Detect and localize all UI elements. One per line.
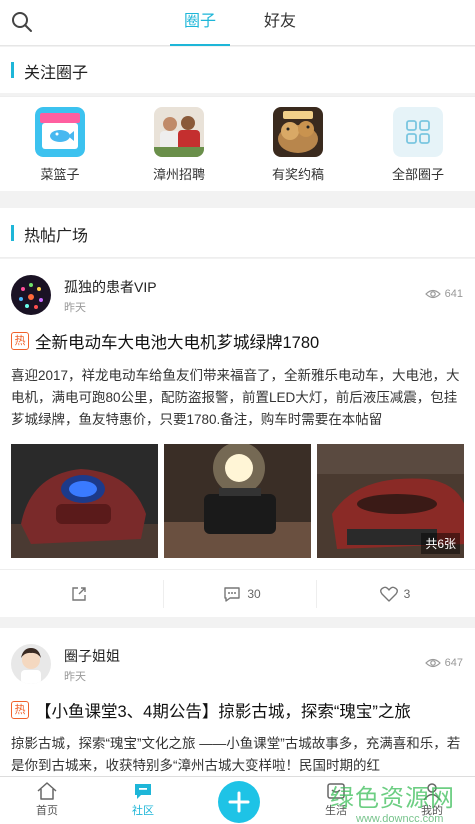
post-card[interactable]: 孤独的患者VIP 昨天 641 热 全新电动车大电池大电机芗城绿牌1780 喜迎… (0, 259, 475, 617)
nav-home[interactable]: 首页 (17, 777, 77, 824)
recruit-icon (154, 107, 204, 157)
watermark-text: 绿色资源网 (330, 785, 455, 812)
post-time: 昨天 (64, 302, 86, 314)
comment-count: 30 (247, 587, 261, 601)
community-icon (135, 784, 151, 799)
nav-label: 社区 (132, 805, 154, 817)
post-title-text: 全新电动车大电池大电机芗城绿牌1780 (35, 334, 320, 352)
post-actions: 30 3 (0, 569, 475, 617)
post-card[interactable]: 圈子姐姐 昨天 647 热 【小鱼课堂3、4期公告】掠影古城，探索“瑰宝”之旅 … (0, 628, 475, 776)
like-button[interactable]: 3 (316, 570, 474, 618)
post-title-text: 【小鱼课堂3、4期公告】掠影古城，探索“瑰宝”之旅 (35, 703, 411, 721)
tab-friends[interactable]: 好友 (250, 0, 310, 46)
hot-badge: 热 (11, 701, 29, 719)
comment-icon (224, 587, 241, 602)
heart-icon (379, 586, 398, 602)
post-body[interactable]: 掠影古城，探索“瑰宝”文化之旅 ——小鱼课堂”古城故事多，充满喜和乐，若是你到古… (11, 733, 466, 777)
view-count: 647 (424, 657, 463, 669)
author-name[interactable]: 孤独的患者VIP (64, 277, 157, 297)
reward-icon (273, 107, 323, 157)
watermark: 绿色资源网 www.downcc.com (330, 778, 455, 824)
hot-badge: 热 (11, 332, 29, 350)
nav-community[interactable]: 社区 (113, 777, 173, 824)
share-button[interactable] (0, 570, 158, 618)
circle-label: 菜篮子 (40, 167, 80, 182)
circle-item-recruit[interactable]: 漳州招聘 (139, 107, 219, 183)
photo-grid: 共6张 (11, 444, 469, 558)
watermark-url: www.downcc.com (356, 813, 444, 824)
circle-item-basket[interactable]: 菜篮子 (20, 107, 100, 183)
view-count-value: 647 (444, 657, 463, 669)
eye-icon (424, 289, 441, 299)
share-icon (72, 587, 86, 601)
post-photo[interactable]: 共6张 (317, 444, 464, 558)
post-body[interactable]: 喜迎2017，祥龙电动车给鱼友们带来福音了，全新雅乐电动车，大电池，大电机，满电… (11, 365, 466, 431)
post-time: 昨天 (64, 671, 86, 683)
circle-label: 全部圈子 (391, 167, 444, 182)
hot-posts-header: 热帖广场 (0, 208, 475, 258)
followed-circles-row: 菜篮子 漳州招聘 有奖约稿 全部圈子 (0, 96, 475, 191)
followed-circles-header: 关注圈子 (0, 47, 475, 93)
tab-circles[interactable]: 圈子 (170, 0, 230, 46)
comment-button[interactable]: 30 (163, 570, 321, 618)
circle-label: 漳州招聘 (152, 167, 205, 182)
view-count-value: 641 (444, 288, 463, 300)
search-icon[interactable] (10, 10, 34, 34)
post-photo[interactable] (164, 444, 311, 558)
grid-icon (393, 107, 443, 157)
add-post-button[interactable] (218, 781, 260, 823)
post-title[interactable]: 热 全新电动车大电池大电机芗城绿牌1780 (11, 329, 319, 353)
section-title: 关注圈子 (24, 65, 89, 82)
eye-icon (424, 658, 441, 668)
section-title: 热帖广场 (24, 228, 89, 245)
author-name[interactable]: 圈子姐姐 (64, 646, 120, 666)
home-icon (37, 782, 57, 800)
circle-item-all[interactable]: 全部圈子 (378, 107, 458, 183)
avatar[interactable] (11, 644, 51, 684)
post-photo[interactable] (11, 444, 158, 558)
circle-label: 有奖约稿 (271, 167, 324, 182)
nav-label: 首页 (36, 805, 58, 817)
photo-count: 共6张 (421, 533, 460, 554)
like-count: 3 (403, 587, 411, 601)
circle-item-reward[interactable]: 有奖约稿 (258, 107, 338, 183)
basket-icon (35, 107, 85, 157)
top-bar: 圈子 好友 (0, 0, 475, 46)
view-count: 641 (424, 288, 463, 300)
section-accent-bar (11, 225, 14, 241)
avatar[interactable] (11, 275, 51, 315)
plus-icon (228, 791, 250, 813)
post-title[interactable]: 热 【小鱼课堂3、4期公告】掠影古城，探索“瑰宝”之旅 (11, 698, 411, 722)
section-accent-bar (11, 62, 14, 78)
